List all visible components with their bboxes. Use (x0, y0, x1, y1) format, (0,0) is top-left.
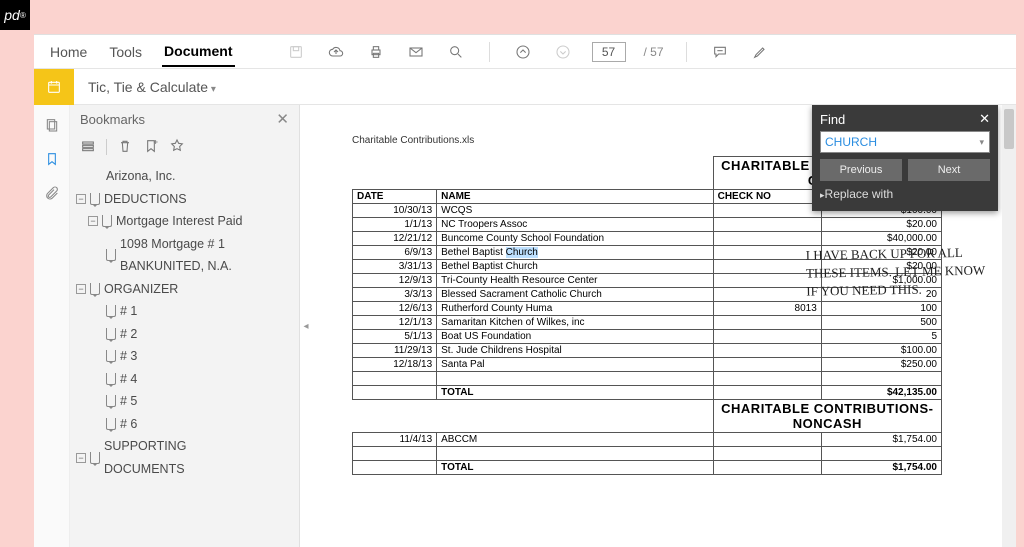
app-logo: pd® (0, 0, 30, 30)
table-row: 5/1/13Boat US Foundation5 (353, 330, 942, 344)
bm-n3[interactable]: # 3 (76, 345, 293, 368)
side-rail (34, 105, 70, 547)
total-label: TOTAL (437, 386, 713, 400)
replace-with-toggle[interactable]: Replace with (820, 187, 990, 201)
page-up-icon[interactable] (512, 41, 534, 63)
table-row: 12/1/13Samaritan Kitchen of Wilkes, inc5… (353, 316, 942, 330)
table-row: 11/4/13ABCCM$1,754.00 (353, 433, 942, 447)
tab-tools[interactable]: Tools (107, 38, 144, 66)
bm-n6[interactable]: # 6 (76, 413, 293, 436)
bm-n2[interactable]: # 2 (76, 323, 293, 346)
table-row: 11/29/13St. Jude Childrens Hospital$100.… (353, 344, 942, 358)
attachments-panel-icon[interactable] (42, 183, 62, 203)
col-date: DATE (353, 190, 437, 204)
tic-tie-calculate-dropdown[interactable]: Tic, Tie & Calculate (74, 79, 230, 95)
collapse-sidebar-handle[interactable]: ◂ (300, 105, 312, 547)
page-down-icon[interactable] (552, 41, 574, 63)
comment-icon[interactable] (709, 41, 731, 63)
bookmarks-toolbar (70, 133, 299, 161)
main-area: Bookmarks ✕ Arizona, Inc. −DEDUCTIONS −M… (34, 105, 1016, 547)
find-next-button[interactable]: Next (908, 159, 990, 181)
search-icon[interactable] (445, 41, 467, 63)
bm-delete-icon[interactable] (117, 138, 133, 157)
menubar: Home Tools Document 57 / 57 (34, 35, 1016, 69)
table-row: 1/1/13NC Troopers Assoc$20.00 (353, 218, 942, 232)
total-noncash: $1,754.00 (821, 461, 941, 475)
bm-root[interactable]: Arizona, Inc. (76, 165, 293, 188)
app-window: Home Tools Document 57 / 57 Tic, Tie & C… (34, 34, 1016, 547)
bm-mortgage[interactable]: −Mortgage Interest Paid (76, 210, 293, 233)
handwritten-note: I have back up for all these items. Let … (806, 243, 997, 301)
bm-mortgage-sub[interactable]: 1098 Mortgage # 1 BANKUNITED, N.A. (76, 233, 293, 278)
bm-supporting[interactable]: −SUPPORTING DOCUMENTS (76, 435, 293, 480)
ribbon: Tic, Tie & Calculate (34, 69, 1016, 105)
document-viewport[interactable]: ↖▭ Charitable Contributions.xls CHARITAB… (312, 105, 1016, 547)
print-icon[interactable] (365, 41, 387, 63)
bm-options-icon[interactable] (80, 138, 96, 157)
find-title: Find (820, 112, 845, 127)
bm-star-icon[interactable] (169, 138, 185, 157)
bookmarks-title: Bookmarks (80, 112, 145, 127)
find-prev-button[interactable]: Previous (820, 159, 902, 181)
col-check: CHECK NO (713, 190, 821, 204)
find-close-icon[interactable]: ✕ (979, 111, 990, 127)
page-total: / 57 (644, 45, 664, 59)
bm-n1[interactable]: # 1 (76, 300, 293, 323)
vertical-scrollbar[interactable] (1002, 105, 1016, 547)
close-bookmarks-icon[interactable]: ✕ (276, 110, 289, 128)
save-icon[interactable] (285, 41, 307, 63)
cloud-upload-icon[interactable] (325, 41, 347, 63)
table-row: 12/18/13Santa Pal$250.00 (353, 358, 942, 372)
bookmarks-panel-icon[interactable] (42, 149, 62, 169)
highlight-icon[interactable] (749, 41, 771, 63)
calendar-button[interactable] (34, 69, 74, 105)
find-input[interactable] (820, 131, 990, 153)
bm-n5[interactable]: # 5 (76, 390, 293, 413)
total-cash: $42,135.00 (821, 386, 941, 400)
bookmarks-panel: Bookmarks ✕ Arizona, Inc. −DEDUCTIONS −M… (70, 105, 300, 547)
heading-noncash: CHARITABLE CONTRIBUTIONS-NONCASH (713, 400, 941, 433)
pages-panel-icon[interactable] (42, 115, 62, 135)
table-row: 12/6/13Rutherford County Huma8013100 (353, 302, 942, 316)
table-row: 12/21/12Buncome County School Foundation… (353, 232, 942, 246)
col-name: NAME (437, 190, 713, 204)
find-panel: Find ✕ ▾ Previous Next Replace with (812, 105, 998, 211)
bm-n4[interactable]: # 4 (76, 368, 293, 391)
tab-home[interactable]: Home (48, 38, 89, 66)
bm-deductions[interactable]: −DEDUCTIONS (76, 188, 293, 211)
bookmarks-tree: Arizona, Inc. −DEDUCTIONS −Mortgage Inte… (70, 161, 299, 547)
tab-document[interactable]: Document (162, 37, 234, 67)
mail-icon[interactable] (405, 41, 427, 63)
bm-add-icon[interactable] (143, 138, 159, 157)
page-number-input[interactable]: 57 (592, 42, 626, 62)
bm-organizer[interactable]: −ORGANIZER (76, 278, 293, 301)
